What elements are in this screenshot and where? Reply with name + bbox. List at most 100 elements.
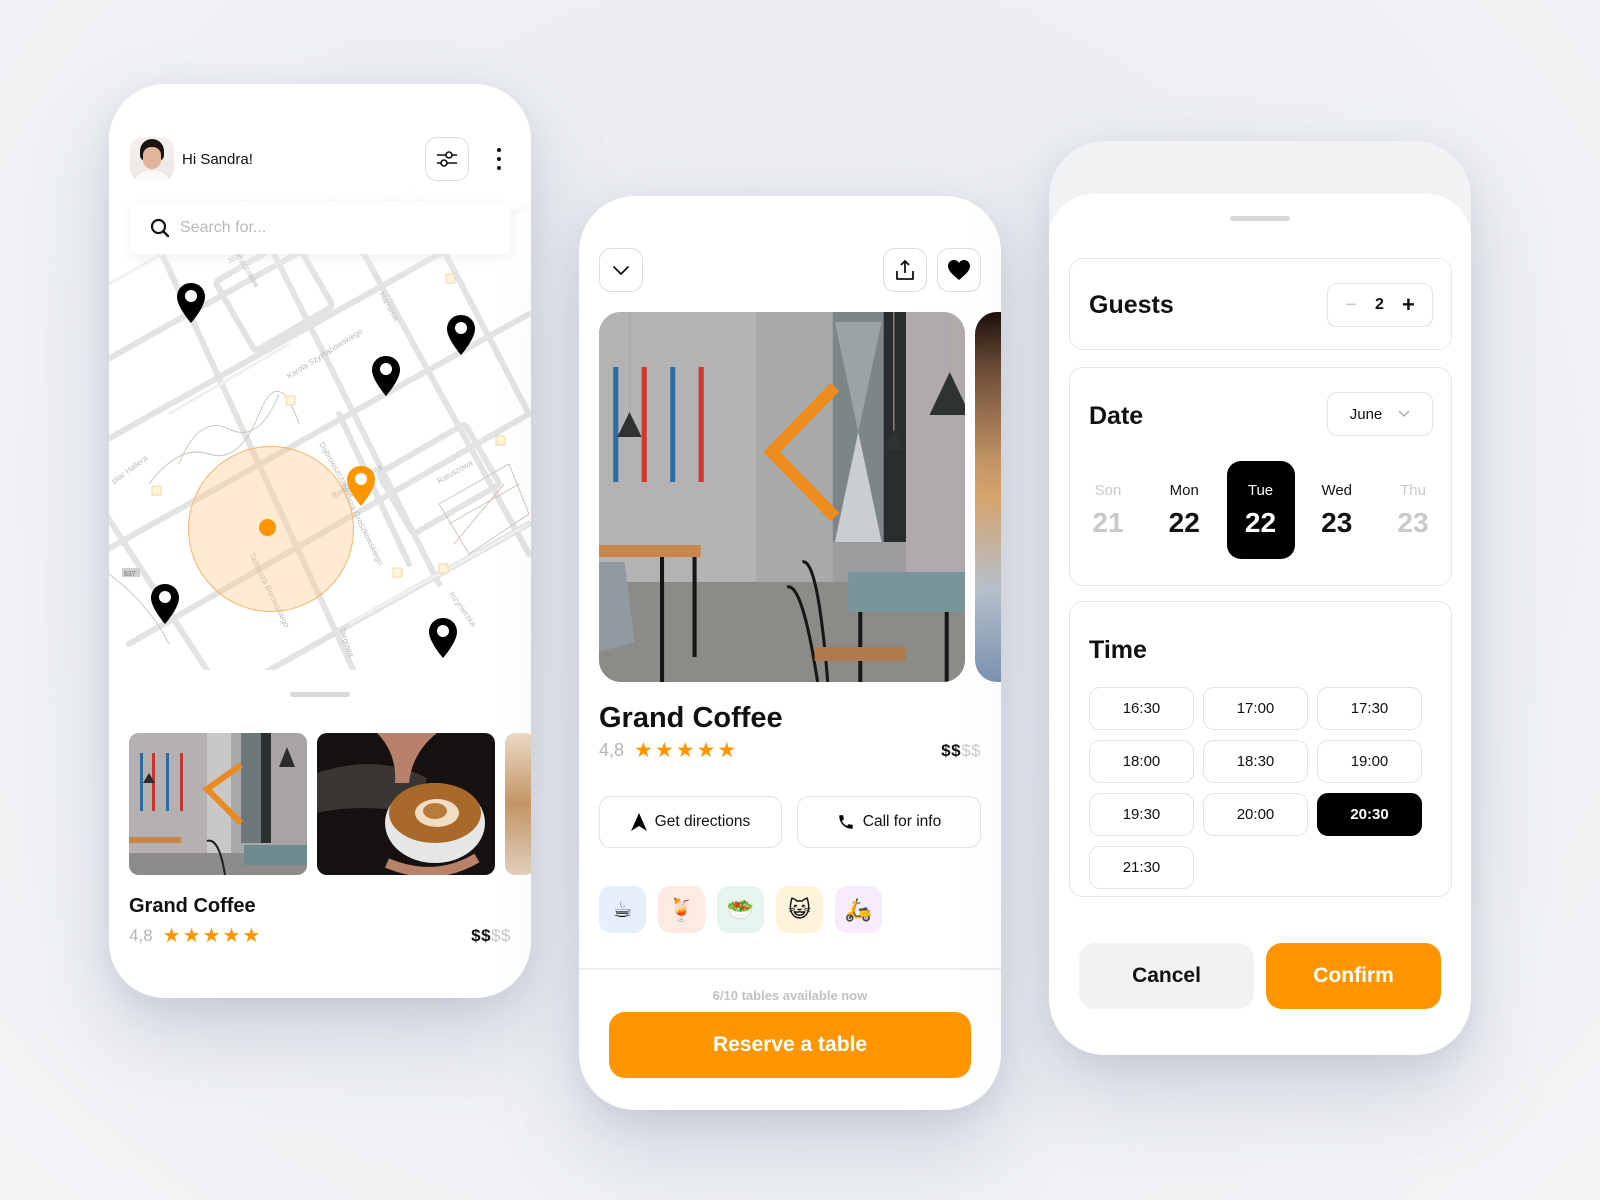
more-vertical-icon[interactable] [487, 137, 511, 181]
star-icon: ★ [696, 739, 716, 762]
time-slot[interactable]: 21:30 [1089, 846, 1194, 889]
svg-text:plac Hallera: plac Hallera [110, 453, 150, 485]
month-select[interactable]: June [1327, 392, 1433, 436]
call-for-info-label: Call for info [862, 813, 942, 830]
star-icon: ★ [222, 925, 241, 947]
day-picker: Son 21 Mon 22 Tue 22 Wed 23 Thu 23 [1074, 461, 1447, 559]
price-level: $$$$ [471, 926, 511, 945]
next-photo-peek[interactable] [975, 312, 1001, 682]
favorite-button[interactable] [937, 248, 981, 292]
search-icon [150, 218, 170, 238]
cancel-button[interactable]: Cancel [1079, 943, 1254, 1009]
star-icon: ★ [242, 925, 261, 947]
svg-text:637: 637 [124, 571, 136, 578]
time-slots: 16:30 17:00 17:30 18:00 18:30 19:00 19:3… [1089, 687, 1429, 889]
star-icon: ★ [717, 739, 737, 762]
time-card: Time 16:30 17:00 17:30 18:00 18:30 19:00… [1069, 601, 1452, 897]
search-input[interactable] [180, 219, 480, 237]
day-option-selected[interactable]: Tue 22 [1226, 461, 1295, 559]
map[interactable]: Karola Szymanowskiego Dąbrowszczaków Dąb… [109, 84, 531, 704]
filter-button[interactable] [425, 137, 469, 181]
day-option[interactable]: Son 21 [1074, 461, 1142, 559]
amenity-list: ☕ 🍹 🥗 😺 🛵 [599, 886, 882, 933]
guests-stepper: − 2 + [1327, 283, 1433, 327]
sheet-grabber[interactable] [290, 692, 350, 697]
booking-screen: Guests − 2 + Date June Son 21 Mon 22 Tue 22… [1049, 194, 1471, 1055]
greeting: Hi Sandra! [182, 150, 253, 168]
chevron-down-icon [1398, 410, 1410, 417]
amenity-delivery-icon[interactable]: 🛵 [835, 886, 882, 933]
guests-card: Guests − 2 + [1069, 258, 1452, 350]
share-button[interactable] [883, 248, 927, 292]
confirm-button[interactable]: Confirm [1266, 943, 1441, 1009]
share-icon [896, 260, 914, 280]
action-buttons: Get directions Call for info [599, 796, 981, 848]
price-level: $$$$ [941, 740, 981, 760]
user-location-dot [259, 519, 276, 536]
month-value: June [1349, 405, 1383, 423]
increment-button[interactable]: + [1402, 292, 1415, 318]
star-icon: ★ [654, 739, 674, 762]
decrement-button[interactable]: − [1345, 294, 1357, 317]
star-icon: ★ [675, 739, 695, 762]
place-rating-row: 4,8 ★ ★ ★ ★ ★ $$$$ [129, 926, 511, 946]
place-photo-latte[interactable] [317, 733, 495, 875]
guests-value: 2 [1374, 296, 1384, 313]
map-screen: Karola Szymanowskiego Dąbrowszczaków Dąb… [109, 84, 531, 998]
star-icon: ★ [202, 925, 221, 947]
rating-value: 4,8 [599, 740, 625, 760]
day-option[interactable]: Mon 22 [1150, 461, 1218, 559]
chevron-down-icon [613, 266, 629, 275]
divider [579, 968, 1001, 970]
navigation-arrow-icon [630, 813, 647, 831]
map-pin-icon[interactable] [176, 283, 206, 323]
star-icon: ★ [182, 925, 201, 947]
place-photo-more[interactable] [505, 733, 531, 875]
time-slot[interactable]: 20:00 [1203, 793, 1308, 836]
sheet-grabber[interactable] [1230, 216, 1290, 221]
time-slot-selected[interactable]: 20:30 [1317, 793, 1422, 836]
place-bottom-sheet: Grand Coffee 4,8 ★ ★ ★ ★ ★ $$$$ [109, 670, 531, 998]
time-slot[interactable]: 17:00 [1203, 687, 1308, 730]
map-pin-selected-icon[interactable] [346, 466, 376, 506]
place-title: Grand Coffee [599, 702, 783, 734]
star-rating: ★ ★ ★ ★ ★ [634, 740, 736, 761]
place-title[interactable]: Grand Coffee [129, 895, 256, 918]
place-photo-interior[interactable] [129, 733, 307, 875]
map-header: Hi Sandra! [130, 137, 511, 181]
reserve-table-button[interactable]: Reserve a table [609, 1012, 971, 1078]
day-option[interactable]: Wed 23 [1303, 461, 1371, 559]
collapse-button[interactable] [599, 248, 643, 292]
time-slot[interactable]: 18:00 [1089, 740, 1194, 783]
star-icon: ★ [634, 739, 653, 762]
place-detail-screen: Grand Coffee 4,8 ★ ★ ★ ★ ★ $$$$ Get directio… [579, 196, 1001, 1110]
map-pin-icon[interactable] [150, 584, 180, 624]
map-pin-icon[interactable] [446, 315, 476, 355]
amenity-salad-icon[interactable]: 🥗 [717, 886, 764, 933]
time-slot[interactable]: 19:30 [1089, 793, 1194, 836]
place-rating-row: 4,8 ★ ★ ★ ★ ★ $$$$ [599, 740, 981, 761]
amenity-pet-friendly-icon[interactable]: 😺 [776, 886, 823, 933]
time-slot[interactable]: 18:30 [1203, 740, 1308, 783]
amenity-cocktails-icon[interactable]: 🍹 [658, 886, 705, 933]
map-pin-icon[interactable] [428, 618, 458, 658]
date-label: Date [1089, 402, 1144, 430]
search-field[interactable] [130, 202, 511, 254]
call-for-info-button[interactable]: Call for info [797, 796, 981, 848]
get-directions-button[interactable]: Get directions [599, 796, 782, 848]
star-rating: ★ ★ ★ ★ ★ [163, 926, 261, 946]
time-label: Time [1089, 636, 1147, 664]
place-hero-photo[interactable] [599, 312, 965, 682]
place-photos[interactable] [129, 733, 531, 875]
time-slot[interactable]: 16:30 [1089, 687, 1194, 730]
detail-toolbar [599, 248, 981, 292]
map-pin-icon[interactable] [371, 356, 401, 396]
time-slot[interactable]: 17:30 [1317, 687, 1422, 730]
star-icon: ★ [162, 925, 181, 947]
amenity-coffee-icon[interactable]: ☕ [599, 886, 646, 933]
availability-text: 6/10 tables available now [712, 988, 868, 1003]
time-slot[interactable]: 19:00 [1317, 740, 1422, 783]
day-option[interactable]: Thu 23 [1379, 461, 1447, 559]
avatar[interactable] [130, 137, 174, 181]
guests-label: Guests [1089, 291, 1174, 319]
